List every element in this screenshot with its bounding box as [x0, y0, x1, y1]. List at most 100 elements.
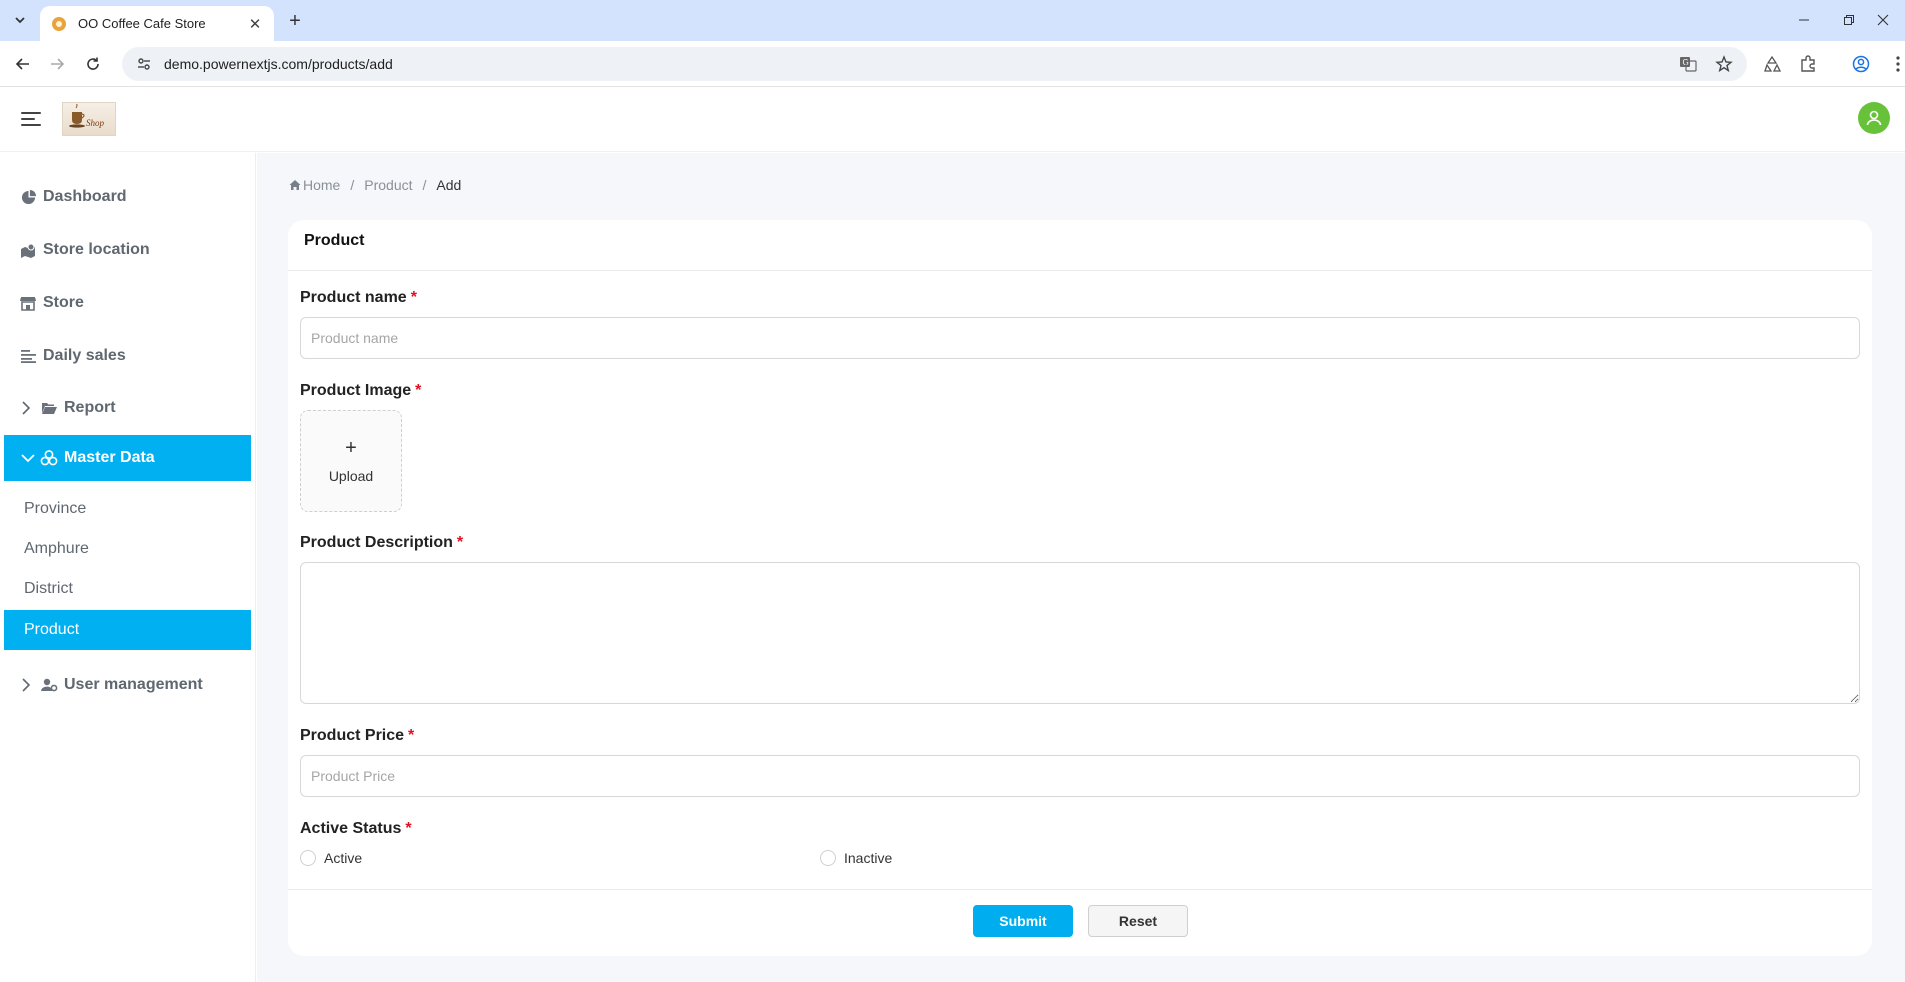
browser-tab[interactable]: OO Coffee Cafe Store ✕ — [40, 6, 274, 41]
product-description-label: Product Description * — [300, 534, 463, 552]
user-gear-icon — [40, 676, 58, 694]
product-name-label-text: Product name — [300, 289, 407, 306]
tab-title: OO Coffee Cafe Store — [78, 16, 206, 31]
arrow-left-icon — [15, 58, 29, 70]
card-footer-divider — [288, 889, 1872, 890]
minimize-window-button[interactable] — [1781, 4, 1827, 36]
product-description-label-text: Product Description — [300, 534, 453, 551]
user-avatar[interactable] — [1858, 102, 1890, 134]
sidebar-subitem-label: District — [24, 580, 73, 597]
reload-button[interactable] — [78, 49, 108, 79]
product-image-label: Product Image * — [300, 382, 421, 400]
product-description-textarea[interactable] — [300, 562, 1860, 704]
product-price-label-text: Product Price — [300, 727, 405, 744]
url-text: demo.powernextjs.com/products/add — [164, 56, 393, 72]
app-header: Shop — [0, 88, 1905, 152]
sidebar-item-store[interactable]: Store — [4, 280, 251, 326]
browser-tab-bar: OO Coffee Cafe Store ✕ + — [0, 0, 1905, 41]
sidebar-subitem-province[interactable]: Province — [4, 489, 251, 529]
pie-chart-icon — [19, 188, 37, 206]
forward-button[interactable] — [42, 49, 72, 79]
store-icon — [19, 294, 37, 312]
cubes-icon — [40, 449, 58, 467]
product-price-label: Product Price * — [300, 727, 414, 745]
sidebar: Dashboard Store location Store Daily sal… — [0, 153, 256, 982]
coffee-shop-logo[interactable]: Shop — [62, 102, 116, 136]
radio-circle[interactable] — [300, 850, 316, 866]
breadcrumb-separator: / — [350, 177, 355, 193]
minimize-icon — [1799, 19, 1809, 21]
translate-icon[interactable]: G — [1679, 55, 1697, 73]
radio-active[interactable]: Active — [300, 850, 362, 866]
reload-icon — [87, 57, 99, 70]
svg-text:Shop: Shop — [86, 118, 105, 128]
product-image-label-text: Product Image — [300, 382, 412, 399]
breadcrumb-home[interactable]: Home — [303, 177, 340, 193]
sidebar-subitem-district[interactable]: District — [4, 569, 251, 609]
breadcrumb-current: Add — [436, 177, 462, 193]
coffee-cup-logo-icon: Shop — [69, 104, 105, 128]
back-button[interactable] — [8, 49, 38, 79]
chevron-down-icon — [15, 17, 25, 24]
sidebar-item-master-data[interactable]: Master Data — [4, 435, 251, 481]
chevron-down-icon — [21, 453, 35, 463]
breadcrumb: Home / Product / Add — [289, 177, 461, 193]
recycle-extension-icon[interactable] — [1760, 52, 1784, 76]
sidebar-item-store-location[interactable]: Store location — [4, 227, 251, 273]
sidebar-item-label: Store — [43, 294, 84, 311]
menu-toggle-icon[interactable] — [21, 110, 43, 128]
map-location-icon — [19, 241, 37, 259]
tab-search-button[interactable] — [5, 6, 35, 34]
required-marker: * — [456, 534, 464, 551]
home-icon[interactable] — [289, 179, 301, 191]
required-marker: * — [408, 727, 415, 744]
product-price-input[interactable] — [300, 755, 1860, 797]
radio-circle[interactable] — [820, 850, 836, 866]
radio-label: Inactive — [844, 850, 893, 866]
sidebar-item-daily-sales[interactable]: Daily sales — [4, 333, 251, 379]
close-icon — [1877, 14, 1889, 26]
active-status-label: Active Status * — [300, 820, 412, 838]
radio-inactive[interactable]: Inactive — [820, 850, 892, 866]
sidebar-item-user-management[interactable]: User management — [4, 662, 251, 708]
sidebar-subitem-label: Product — [24, 621, 80, 638]
restore-icon — [1844, 15, 1854, 25]
product-form-card: Product Product name* Product Image* + U… — [288, 220, 1872, 956]
product-name-label: Product name * — [300, 289, 417, 307]
folder-open-icon — [40, 399, 58, 417]
product-name-input[interactable] — [300, 317, 1860, 359]
extensions-puzzle-icon[interactable] — [1796, 52, 1820, 76]
bookmark-star-icon[interactable] — [1715, 55, 1733, 73]
new-tab-button[interactable]: + — [282, 8, 308, 34]
site-info-icon[interactable] — [136, 56, 152, 72]
sidebar-subitem-product[interactable]: Product — [4, 610, 251, 650]
close-tab-icon[interactable]: ✕ — [246, 15, 264, 33]
required-marker: * — [410, 289, 417, 306]
user-icon — [1866, 110, 1882, 126]
sidebar-item-dashboard[interactable]: Dashboard — [4, 174, 251, 220]
address-bar[interactable]: demo.powernextjs.com/products/add G — [122, 47, 1747, 81]
upload-label: Upload — [328, 468, 374, 484]
sidebar-item-report[interactable]: Report — [4, 385, 251, 431]
card-header-divider — [288, 270, 1872, 271]
required-marker: * — [415, 382, 422, 399]
breadcrumb-separator: / — [422, 177, 427, 193]
image-upload-button[interactable]: + Upload — [300, 410, 402, 512]
breadcrumb-product[interactable]: Product — [364, 177, 412, 193]
close-window-button[interactable] — [1860, 4, 1905, 36]
reset-button[interactable]: Reset — [1088, 905, 1188, 937]
browser-menu-icon[interactable] — [1886, 52, 1905, 76]
sidebar-subitem-amphure[interactable]: Amphure — [4, 529, 251, 569]
main-content: Home / Product / Add Product Product nam… — [257, 153, 1905, 982]
browser-toolbar: demo.powernextjs.com/products/add G — [0, 41, 1905, 87]
sidebar-subitem-label: Amphure — [24, 540, 89, 557]
plus-icon: + — [345, 437, 357, 459]
sidebar-item-label: Dashboard — [43, 188, 127, 205]
profile-icon[interactable] — [1849, 52, 1873, 76]
sidebar-item-label: User management — [64, 676, 203, 693]
sidebar-item-label: Master Data — [64, 449, 155, 466]
submit-button[interactable]: Submit — [973, 905, 1073, 937]
chevron-right-icon — [21, 678, 35, 692]
sidebar-subitem-label: Province — [24, 500, 87, 517]
required-marker: * — [405, 820, 412, 837]
